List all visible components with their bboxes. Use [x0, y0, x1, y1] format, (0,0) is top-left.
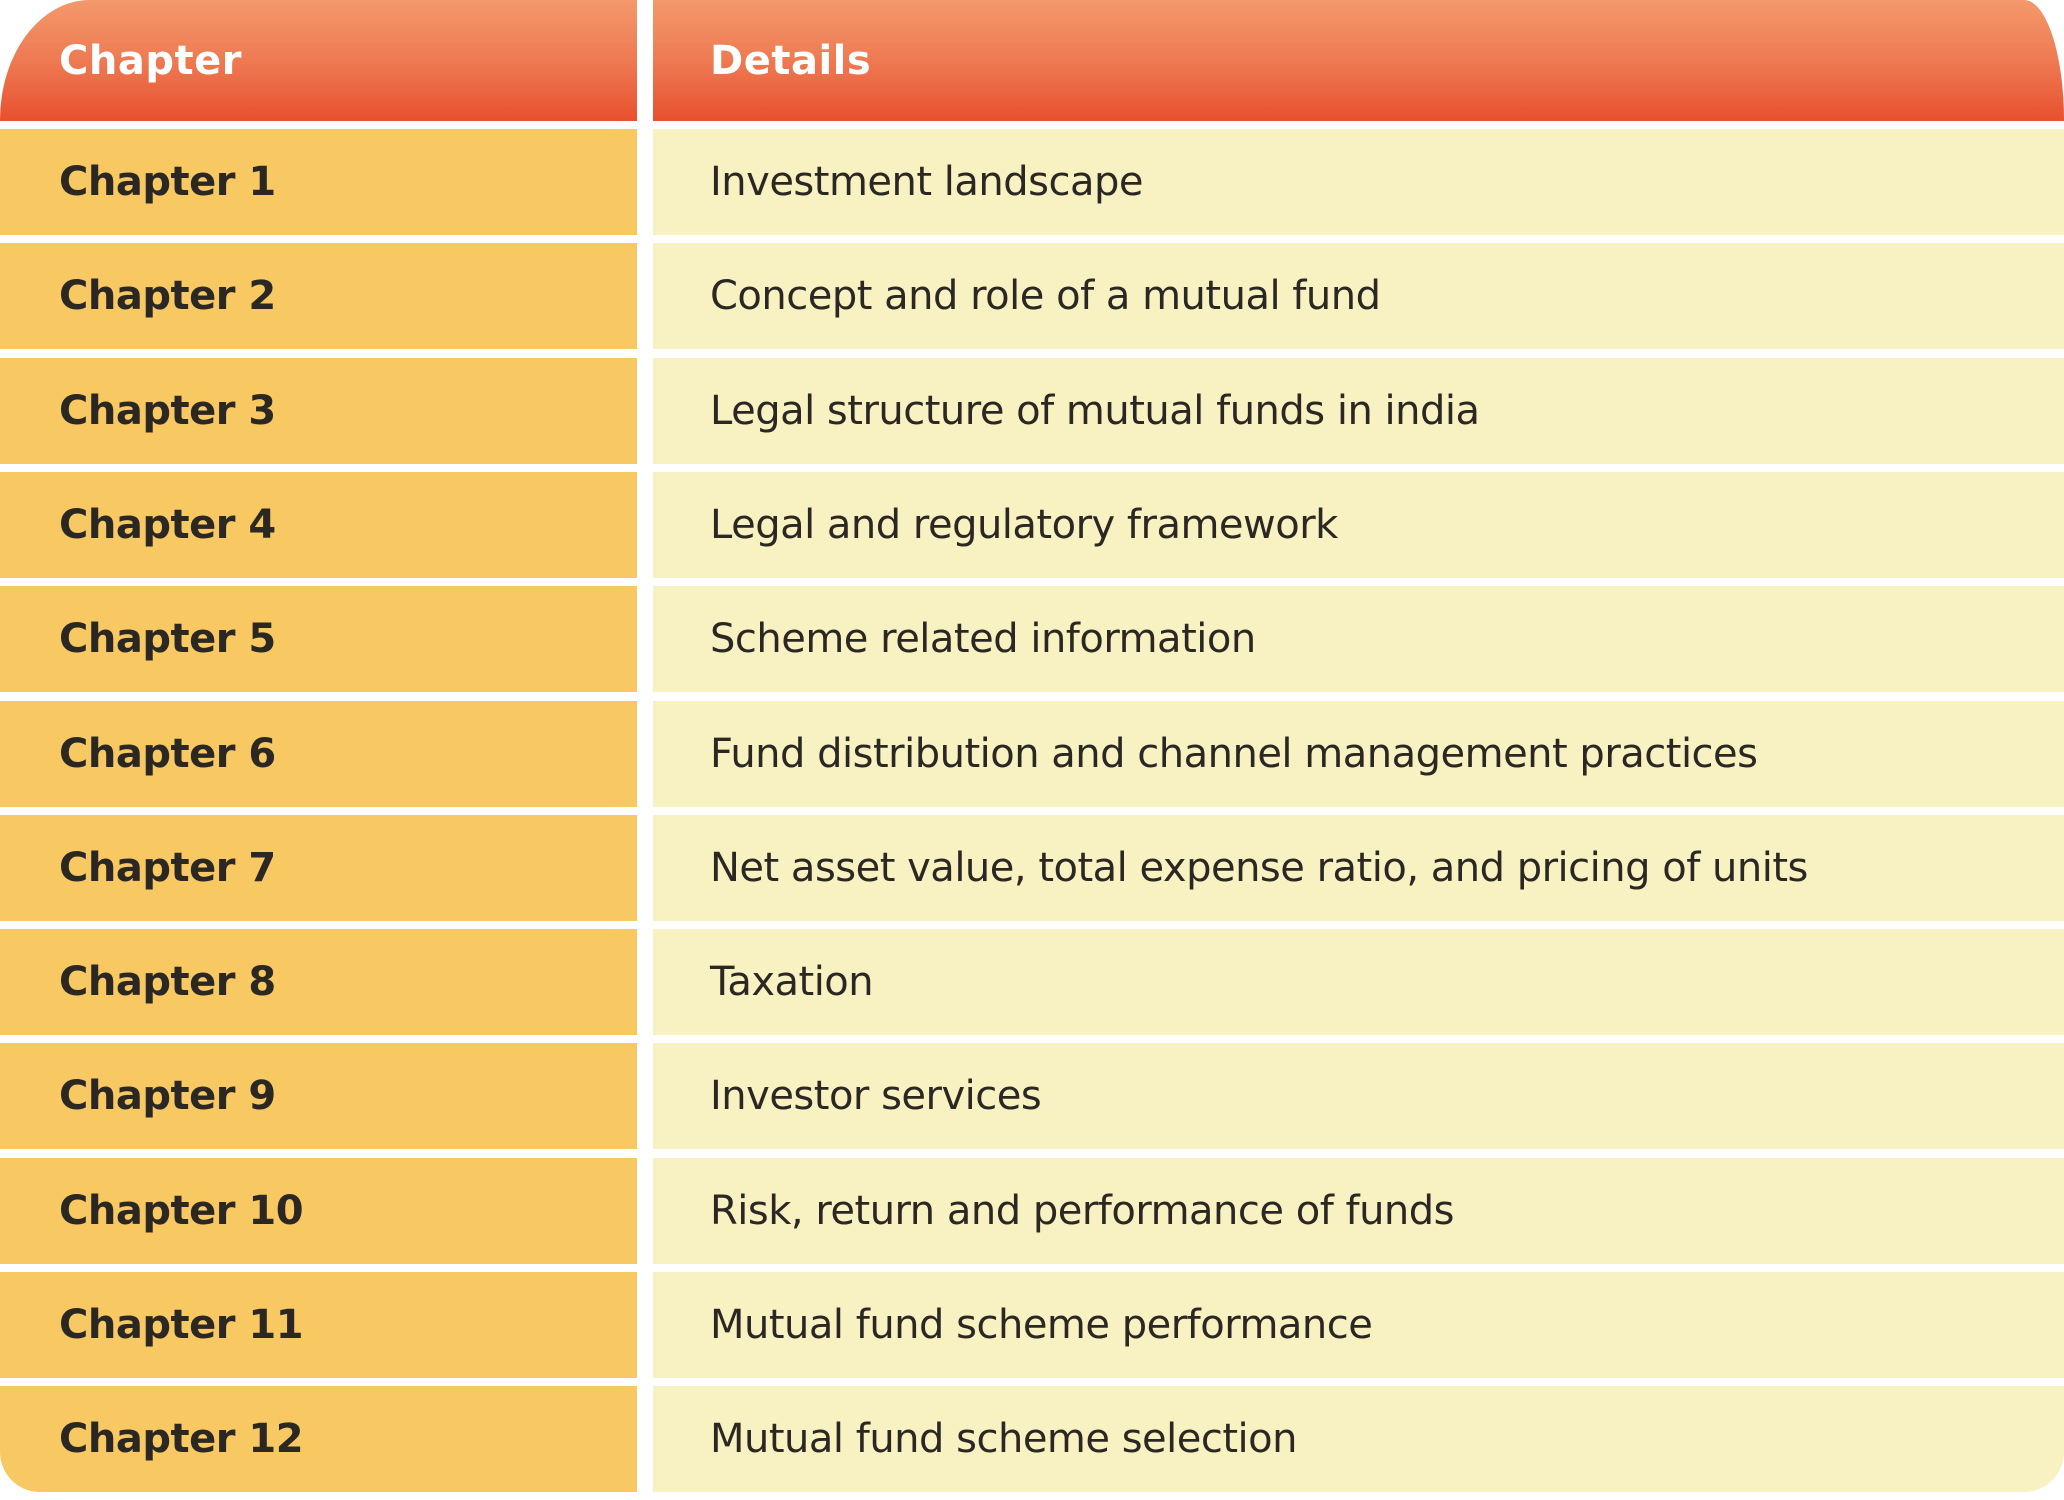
- chapter-cell: Chapter 6: [0, 701, 637, 807]
- details-cell: Legal structure of mutual funds in india: [653, 358, 2064, 464]
- header-details: Details: [653, 0, 2064, 121]
- details-cell: Net asset value, total expense ratio, an…: [653, 815, 2064, 921]
- chapter-cell: Chapter 9: [0, 1043, 637, 1149]
- table-row: Chapter 6 Fund distribution and channel m…: [0, 701, 2064, 807]
- table-row: Chapter 4 Legal and regulatory framework: [0, 472, 2064, 578]
- details-cell: Mutual fund scheme performance: [653, 1272, 2064, 1378]
- chapter-cell: Chapter 8: [0, 929, 637, 1035]
- table-row: Chapter 11 Mutual fund scheme performance: [0, 1272, 2064, 1378]
- details-cell: Investment landscape: [653, 129, 2064, 235]
- chapter-cell: Chapter 2: [0, 243, 637, 349]
- chapter-cell: Chapter 10: [0, 1158, 637, 1264]
- chapter-cell: Chapter 5: [0, 586, 637, 692]
- details-cell: Risk, return and performance of funds: [653, 1158, 2064, 1264]
- table-row: Chapter 5 Scheme related information: [0, 586, 2064, 692]
- chapter-cell: Chapter 11: [0, 1272, 637, 1378]
- details-cell: Investor services: [653, 1043, 2064, 1149]
- table-row: Chapter 12 Mutual fund scheme selection: [0, 1386, 2064, 1492]
- details-cell: Scheme related information: [653, 586, 2064, 692]
- header-chapter: Chapter: [0, 0, 637, 121]
- table-row: Chapter 1 Investment landscape: [0, 129, 2064, 235]
- chapter-cell: Chapter 3: [0, 358, 637, 464]
- table-row: Chapter 3 Legal structure of mutual funds…: [0, 358, 2064, 464]
- table-header: Chapter Details: [0, 0, 2064, 121]
- table-row: Chapter 8 Taxation: [0, 929, 2064, 1035]
- chapters-table: Chapter Details Chapter 1 Investment land…: [0, 0, 2064, 1500]
- details-cell: Concept and role of a mutual fund: [653, 243, 2064, 349]
- table-row: Chapter 2 Concept and role of a mutual fu…: [0, 243, 2064, 349]
- chapter-cell: Chapter 1: [0, 129, 637, 235]
- chapter-cell: Chapter 4: [0, 472, 637, 578]
- chapter-cell: Chapter 7: [0, 815, 637, 921]
- details-cell: Mutual fund scheme selection: [653, 1386, 2064, 1492]
- chapter-cell: Chapter 12: [0, 1386, 637, 1492]
- table-row: Chapter 9 Investor services: [0, 1043, 2064, 1149]
- details-cell: Fund distribution and channel management…: [653, 701, 2064, 807]
- table-row: Chapter 7 Net asset value, total expense …: [0, 815, 2064, 921]
- table-row: Chapter 10 Risk, return and performance o…: [0, 1158, 2064, 1264]
- details-cell: Legal and regulatory framework: [653, 472, 2064, 578]
- details-cell: Taxation: [653, 929, 2064, 1035]
